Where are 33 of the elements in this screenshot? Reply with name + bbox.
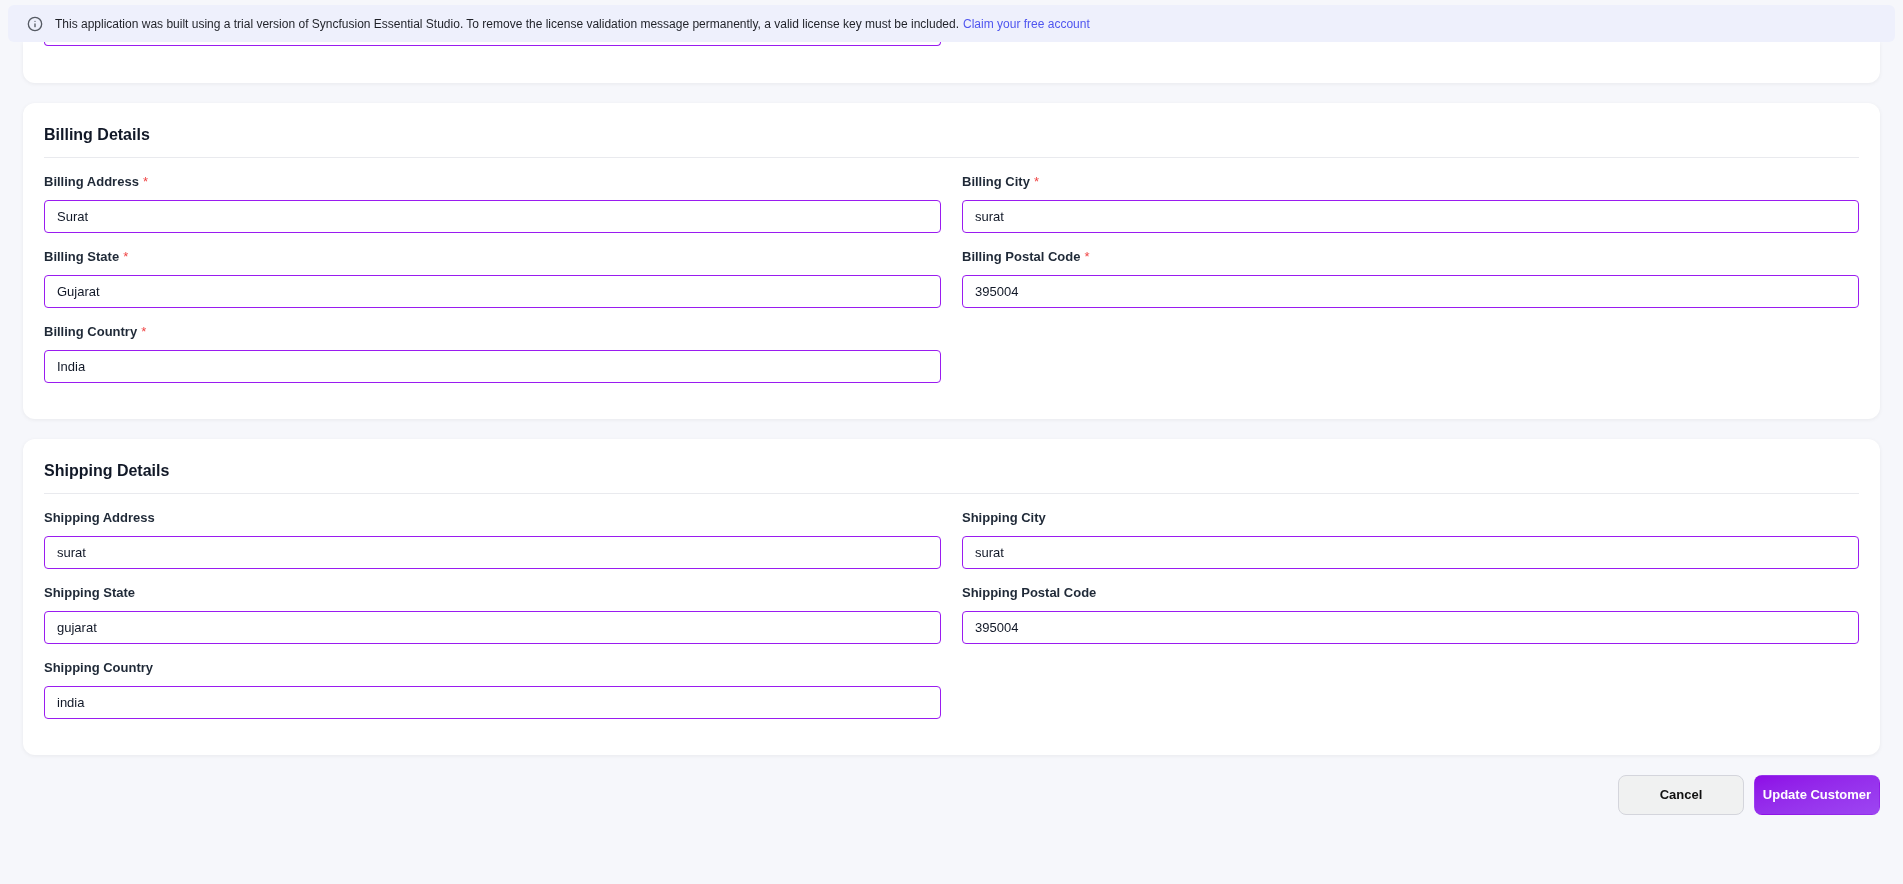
cancel-button[interactable]: Cancel xyxy=(1618,775,1744,815)
update-button[interactable]: Update Customer xyxy=(1754,775,1880,815)
required-mark: * xyxy=(141,324,147,340)
required-mark: * xyxy=(1084,249,1090,265)
input-field[interactable]: surat xyxy=(962,536,1859,569)
field-label: Shipping Address xyxy=(44,510,155,526)
input-field[interactable]: Surat xyxy=(44,200,941,233)
license-message: This application was built using a trial version of Syncfusion Essential Studio. To remove the license validation message permanently, a valid license key must be included. xyxy=(55,15,960,33)
field-label: Shipping State xyxy=(44,585,135,601)
required-mark: * xyxy=(142,174,148,190)
info-icon xyxy=(27,15,43,32)
field-label: Billing City xyxy=(962,174,1030,190)
input-field[interactable]: 395004 xyxy=(962,275,1859,308)
input-field[interactable]: gujarat xyxy=(44,611,941,644)
field-label: Shipping Postal Code xyxy=(962,585,1097,601)
required-mark: * xyxy=(123,249,129,265)
input-field[interactable] xyxy=(44,42,941,46)
field-label: Billing State xyxy=(44,249,120,265)
input-field[interactable]: surat xyxy=(962,200,1859,233)
section-title: Shipping Details xyxy=(44,461,170,481)
input-field[interactable]: Gujarat xyxy=(44,275,941,308)
section-title: Billing Details xyxy=(44,125,150,145)
field-label: Billing Country xyxy=(44,324,138,340)
field-label: Billing Postal Code xyxy=(962,249,1081,265)
input-field[interactable]: India xyxy=(44,350,941,383)
claim-account-link[interactable]: Claim your free account xyxy=(963,14,1090,33)
field-label: Shipping Country xyxy=(44,660,154,676)
field-label: Billing Address xyxy=(44,174,139,190)
input-field[interactable]: surat xyxy=(44,536,941,569)
input-field[interactable]: india xyxy=(44,686,941,719)
field-label: Shipping City xyxy=(962,510,1046,526)
input-field[interactable]: 395004 xyxy=(962,611,1859,644)
required-mark: * xyxy=(1033,174,1039,190)
